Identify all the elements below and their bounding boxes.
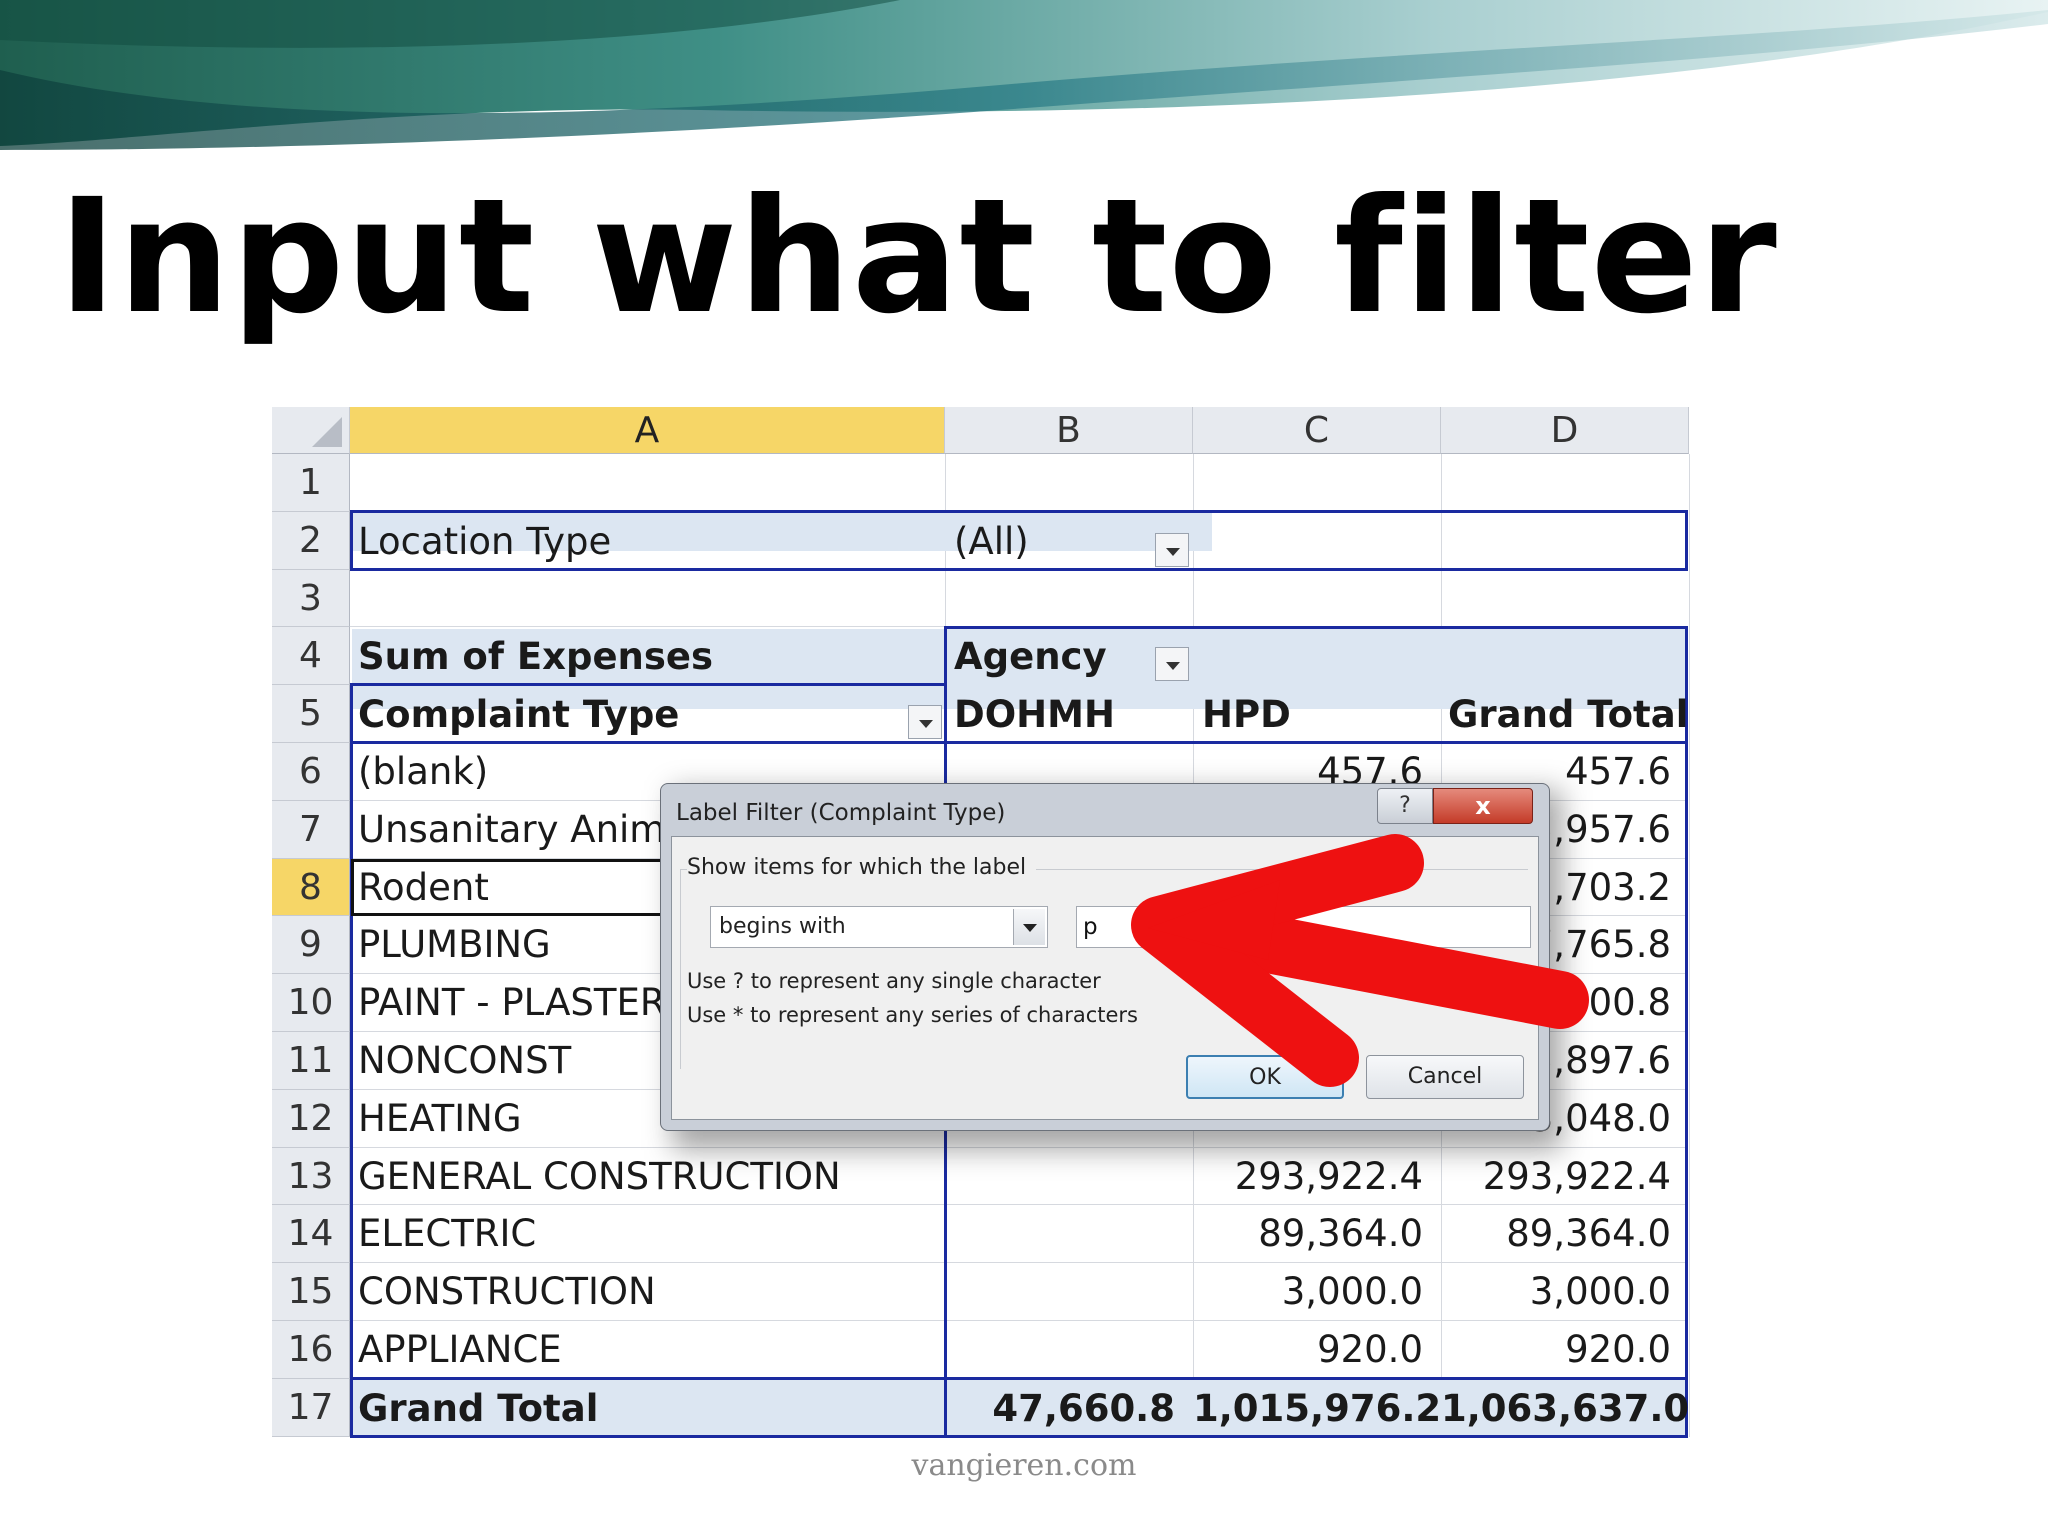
row-label: GENERAL CONSTRUCTION xyxy=(358,1154,841,1198)
column-field-label: Agency xyxy=(954,635,1107,678)
agency-dropdown[interactable] xyxy=(1155,647,1189,681)
grand-total-value: 920.0 xyxy=(1565,1328,1671,1371)
column-header-d[interactable]: D xyxy=(1441,407,1689,454)
chevron-down-icon[interactable] xyxy=(1013,909,1045,945)
pivot-border-row5 xyxy=(350,741,1688,744)
row-header-15[interactable]: 15 xyxy=(272,1263,350,1321)
page-field-dropdown[interactable] xyxy=(1155,533,1189,567)
row-field-label: Complaint Type xyxy=(358,693,680,736)
row-gridline xyxy=(350,1320,1688,1321)
row-label: CONSTRUCTION xyxy=(358,1270,656,1314)
row-label: Rodent xyxy=(358,865,489,909)
row-label: NONCONST xyxy=(358,1039,572,1082)
row-label: APPLIANCE xyxy=(358,1328,562,1371)
pivot-border-top-right xyxy=(944,626,1688,629)
operator-value: begins with xyxy=(719,914,846,939)
filter-value-input[interactable] xyxy=(1076,906,1531,948)
row-header-11[interactable]: 11 xyxy=(272,1032,350,1090)
row-header-9[interactable]: 9 xyxy=(272,916,350,975)
row-header-5[interactable]: 5 xyxy=(272,685,350,743)
close-icon: x xyxy=(1475,792,1491,820)
row-header-6[interactable]: 6 xyxy=(272,743,350,801)
pivot-border-row4 xyxy=(350,683,947,686)
row-header-17[interactable]: 17 xyxy=(272,1378,350,1437)
row-gridline xyxy=(350,1204,1688,1206)
column-header-a[interactable]: A xyxy=(350,407,945,454)
slide-title: Input what to filter xyxy=(58,165,1778,349)
row-label: PAINT - PLASTER xyxy=(358,981,666,1025)
column-header-b[interactable]: B xyxy=(945,407,1193,454)
row-header-8[interactable]: 8 xyxy=(272,858,350,917)
row-label: ELECTRIC xyxy=(358,1212,537,1256)
row-header-16[interactable]: 16 xyxy=(272,1321,350,1379)
grand-total-dohmh: 47,660.8 xyxy=(992,1387,1175,1430)
grand-total-value: 293,922.4 xyxy=(1482,1154,1671,1198)
row-header-1[interactable]: 1 xyxy=(272,454,350,512)
grand-total-total: 1,063,637.0 xyxy=(1441,1387,1690,1430)
row-header-13[interactable]: 13 xyxy=(272,1147,350,1206)
hpd-value: 89,364.0 xyxy=(1258,1212,1423,1256)
row-header-2[interactable]: 2 xyxy=(272,511,350,570)
footer-credit: vangieren.com xyxy=(911,1448,1137,1483)
grand-total-value: 89,364.0 xyxy=(1506,1212,1671,1256)
pivot-border-right xyxy=(1685,626,1688,1438)
ok-button[interactable]: OK xyxy=(1186,1055,1344,1099)
pivot-border-gt-top xyxy=(350,1377,1688,1380)
page-field-value: (All) xyxy=(954,520,1029,563)
help-button[interactable]: ? xyxy=(1377,788,1433,824)
dialog-body: Show items for which the label begins wi… xyxy=(671,836,1539,1120)
label-filter-dialog: Label Filter (Complaint Type) ? x Show i… xyxy=(660,783,1550,1131)
values-label: Sum of Expenses xyxy=(358,635,714,678)
page-field-border-right xyxy=(1685,510,1688,571)
page-field-border-top xyxy=(350,510,1688,513)
pivot-border-bottom xyxy=(350,1435,1688,1438)
hpd-value: 293,922.4 xyxy=(1234,1154,1423,1198)
row-label: (blank) xyxy=(358,750,489,793)
grand-total-label: Grand Total xyxy=(358,1387,599,1430)
row-header-7[interactable]: 7 xyxy=(272,800,350,859)
grand-total-value: 3,000.0 xyxy=(1529,1270,1671,1314)
group-label: Show items for which the label xyxy=(687,855,1037,880)
hint-series-chars: Use * to represent any series of charact… xyxy=(687,1003,1138,1027)
close-button[interactable]: x xyxy=(1433,788,1533,824)
page-field-label: Location Type xyxy=(358,520,612,563)
banner-swoosh xyxy=(0,0,2048,150)
column-item-grand-total: Grand Total xyxy=(1448,693,1689,736)
hpd-value: 3,000.0 xyxy=(1281,1270,1423,1314)
row-label: Unsanitary Anim xyxy=(358,807,666,851)
row-label: HEATING xyxy=(358,1096,522,1140)
corner-select-all[interactable] xyxy=(272,407,350,454)
select-all-icon xyxy=(312,417,342,447)
row-header-4[interactable]: 4 xyxy=(272,627,350,686)
grand-total-hpd: 1,015,976.2 xyxy=(1193,1387,1442,1430)
row-header-12[interactable]: 12 xyxy=(272,1089,350,1148)
page-field-border-bottom xyxy=(350,568,1688,571)
pivot-border-left xyxy=(350,684,353,1438)
hpd-value: 920.0 xyxy=(1317,1328,1423,1371)
column-item-hpd: HPD xyxy=(1202,693,1291,736)
row-gridline xyxy=(350,1262,1688,1264)
page-field-border-left xyxy=(350,510,353,571)
column-item-dohmh: DOHMH xyxy=(954,693,1115,736)
column-header-c[interactable]: C xyxy=(1193,407,1441,454)
row-label: PLUMBING xyxy=(358,923,551,967)
row-header-10[interactable]: 10 xyxy=(272,974,350,1032)
hint-single-char: Use ? to represent any single character xyxy=(687,969,1101,993)
operator-select[interactable]: begins with xyxy=(710,906,1048,948)
column-gridline xyxy=(1689,454,1690,1437)
row-header-14[interactable]: 14 xyxy=(272,1205,350,1264)
row-header-3[interactable]: 3 xyxy=(272,569,350,628)
cancel-button[interactable]: Cancel xyxy=(1366,1055,1524,1099)
help-icon: ? xyxy=(1399,793,1411,818)
complaint-type-dropdown[interactable] xyxy=(908,705,942,739)
dialog-title: Label Filter (Complaint Type) xyxy=(676,800,1006,826)
